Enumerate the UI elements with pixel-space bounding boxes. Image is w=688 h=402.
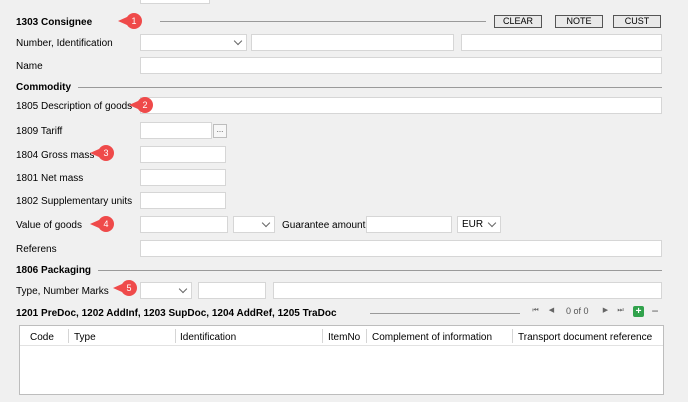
plus-icon[interactable]: + [633, 306, 644, 317]
value-of-goods-label: Value of goods [16, 220, 82, 231]
commodity-section-title: Commodity [16, 82, 71, 93]
commodity-divider [78, 87, 662, 88]
cust-button[interactable]: CUST [613, 15, 661, 28]
net-mass-field[interactable] [140, 169, 226, 186]
currency-value: EUR [462, 219, 484, 230]
callout-badge-4: 4 [90, 216, 123, 232]
column-separator [175, 329, 176, 343]
tariff-field[interactable] [140, 122, 212, 139]
net-mass-label: 1801 Net mass [16, 173, 84, 184]
next-page-icon[interactable]: ▶ [600, 305, 611, 316]
column-header-code[interactable]: Code [30, 332, 54, 343]
minus-icon[interactable]: − [650, 305, 660, 317]
referens-label: Referens [16, 244, 57, 255]
name-field[interactable] [140, 57, 662, 74]
currency-select[interactable]: EUR [457, 216, 501, 233]
top-partial-field[interactable] [140, 0, 210, 4]
package-marks-field[interactable] [273, 282, 662, 299]
packaging-section-title: 1806 Packaging [16, 265, 92, 276]
column-header-itemno[interactable]: ItemNo [328, 332, 360, 343]
column-header-type[interactable]: Type [74, 332, 96, 343]
chevron-down-icon [233, 36, 243, 46]
name-label: Name [16, 61, 43, 72]
supplementary-units-label: 1802 Supplementary units [16, 196, 133, 207]
number-identification-label: Number, Identification [16, 38, 113, 49]
note-button[interactable]: NOTE [555, 15, 603, 28]
column-header-transport-reference[interactable]: Transport document reference [518, 332, 652, 343]
column-separator [68, 329, 69, 343]
documents-section-title: 1201 PreDoc, 1202 AddInf, 1203 SupDoc, 1… [16, 308, 337, 319]
guarantee-amount-label: Guarantee amount [282, 220, 366, 231]
gross-mass-label: 1804 Gross mass [16, 150, 95, 161]
guarantee-amount-field[interactable] [366, 216, 452, 233]
identification-extra-field[interactable] [461, 34, 662, 51]
packaging-divider [98, 270, 662, 271]
column-separator [366, 329, 367, 343]
callout-number: 5 [126, 283, 132, 293]
previous-page-icon[interactable]: ◀ [546, 305, 557, 316]
number-identification-select[interactable] [140, 34, 247, 51]
chevron-down-icon [487, 218, 497, 228]
documents-divider [370, 313, 520, 314]
callout-number: 3 [103, 148, 109, 158]
description-of-goods-label: 1805 Description of goods [16, 101, 133, 112]
column-separator [512, 329, 513, 343]
pager-count: 0 of 0 [566, 306, 589, 316]
package-type-select[interactable] [140, 282, 192, 299]
supplementary-units-field[interactable] [140, 192, 226, 209]
gross-mass-field[interactable] [140, 146, 226, 163]
callout-number: 2 [142, 100, 148, 110]
consignee-section-title: 1303 Consignee [16, 17, 93, 28]
column-header-identification[interactable]: Identification [180, 332, 236, 343]
callout-badge-5: 5 [113, 280, 146, 296]
chevron-down-icon [178, 284, 188, 294]
callout-badge-3: 3 [90, 145, 123, 161]
chevron-down-icon [261, 218, 271, 228]
header-divider [20, 345, 663, 346]
consignee-divider [160, 21, 486, 22]
documents-table[interactable]: Code Type Identification ItemNo Compleme… [19, 325, 664, 395]
goods-item-form: 1303 Consignee CLEAR NOTE CUST Number, I… [0, 0, 688, 402]
first-page-icon[interactable]: ⏮ [530, 305, 541, 316]
column-separator [322, 329, 323, 343]
identification-field[interactable] [251, 34, 454, 51]
tariff-lookup-button[interactable]: ... [213, 124, 227, 138]
referens-field[interactable] [140, 240, 662, 257]
value-currency-select[interactable] [233, 216, 275, 233]
value-of-goods-field[interactable] [140, 216, 228, 233]
column-header-complement[interactable]: Complement of information [372, 332, 492, 343]
last-page-icon[interactable]: ⏭ [615, 305, 626, 316]
tariff-label: 1809 Tariff [16, 126, 63, 137]
description-of-goods-field[interactable] [140, 97, 662, 114]
clear-button[interactable]: CLEAR [494, 15, 542, 28]
type-number-marks-label: Type, Number Marks [16, 286, 109, 297]
callout-badge-2: 2 [129, 97, 162, 113]
callout-badge-1: 1 [118, 13, 151, 29]
callout-number: 4 [103, 219, 109, 229]
callout-number: 1 [131, 16, 137, 26]
package-number-field[interactable] [198, 282, 266, 299]
